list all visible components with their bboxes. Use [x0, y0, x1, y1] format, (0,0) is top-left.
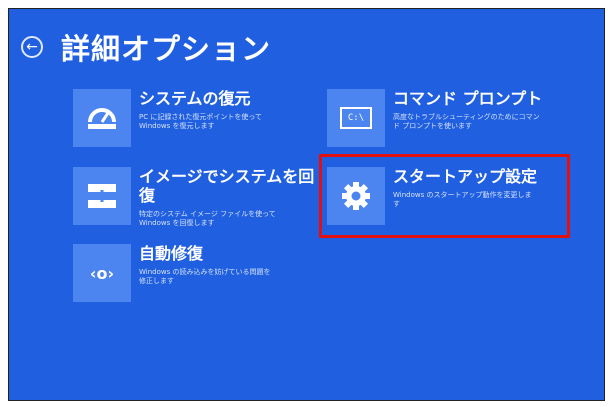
system-image-recovery-desc: 特定のシステム イメージ ファイルを使って Windows を回復します	[139, 210, 276, 227]
startup-repair-desc: Windows の読み込みを妨げている問題を 修正します	[139, 268, 271, 285]
back-arrow-icon: ←	[26, 39, 38, 55]
startup-repair-icon-glyph: ‹o›	[89, 263, 115, 283]
system-restore-desc: PC に記録された復元ポイントを使って Windows を復元します	[139, 113, 262, 130]
command-prompt-title: コマンド プロンプト	[393, 89, 543, 108]
startup-repair-title: 自動修復	[139, 244, 204, 263]
system-image-recovery-icon	[73, 167, 131, 225]
command-prompt-desc: 高度なトラブルシューティングのためにコマン ド プロンプトを使います	[393, 113, 540, 130]
system-restore-title: システムの復元	[139, 89, 251, 108]
back-button[interactable]: ←	[21, 36, 43, 58]
command-prompt-icon-text: C:\	[340, 107, 372, 129]
command-prompt-option[interactable]: C:\ コマンド プロンプト 高度なトラブルシューティングのためにコマン ド プ…	[327, 89, 542, 147]
highlight-box	[319, 154, 570, 238]
system-image-recovery-title: イメージでシステムを回 復	[139, 167, 315, 205]
page-title: 詳細オプション	[61, 32, 272, 66]
header: ← 詳細オプション	[21, 27, 271, 67]
advanced-options-screen: ← 詳細オプション システムの復元 PC に記録された復元ポイントを使って Wi…	[8, 8, 605, 401]
system-image-recovery-option[interactable]: イメージでシステムを回 復 特定のシステム イメージ ファイルを使って Wind…	[73, 167, 314, 228]
system-restore-icon	[73, 89, 131, 147]
startup-repair-icon: ‹o›	[73, 244, 131, 302]
startup-repair-option[interactable]: ‹o› 自動修復 Windows の読み込みを妨げている問題を 修正します	[73, 244, 270, 302]
system-restore-option[interactable]: システムの復元 PC に記録された復元ポイントを使って Windows を復元し…	[73, 89, 262, 147]
command-prompt-icon: C:\	[327, 89, 385, 147]
